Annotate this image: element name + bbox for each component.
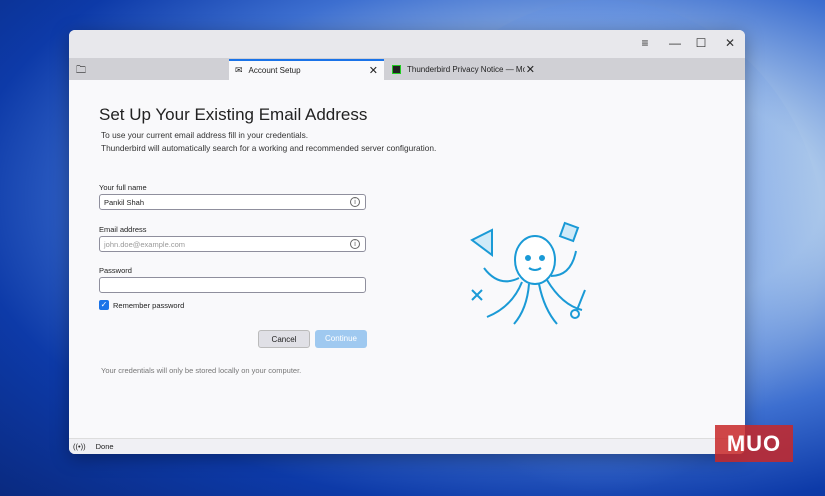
email-label: Email address — [99, 225, 147, 234]
title-bar: ≡ — ☐ ✕ — [69, 30, 745, 58]
minimize-button[interactable]: — — [665, 36, 685, 50]
status-bar: ((•)) Done — [69, 438, 745, 454]
password-input[interactable] — [99, 277, 366, 293]
menu-button[interactable]: ≡ — [635, 36, 655, 50]
name-label: Your full name — [99, 183, 147, 192]
muo-watermark-logo: MUO — [715, 425, 793, 462]
close-tab-icon[interactable]: ✕ — [526, 63, 535, 76]
info-icon[interactable]: i — [350, 197, 360, 207]
remember-password-checkbox[interactable]: ✓ — [99, 300, 109, 310]
close-tab-icon[interactable]: ✕ — [369, 64, 378, 77]
tab-bar: 🗀 ✉ Account Setup ✕ Thunderbird Privacy … — [69, 58, 745, 80]
info-icon[interactable]: i — [350, 239, 360, 249]
thunderbird-window: ≡ — ☐ ✕ 🗀 ✉ Account Setup ✕ Thunderbird … — [69, 30, 745, 454]
close-button[interactable]: ✕ — [720, 36, 740, 50]
tab-privacy-notice[interactable]: Thunderbird Privacy Notice — Mozi ✕ — [386, 59, 541, 80]
account-setup-page: Set Up Your Existing Email Address To us… — [69, 80, 745, 438]
tab-account-setup[interactable]: ✉ Account Setup ✕ — [229, 59, 384, 80]
mail-icon: ✉ — [235, 65, 243, 75]
maximize-button[interactable]: ☐ — [691, 36, 711, 50]
page-description: To use your current email address fill i… — [101, 130, 437, 153]
continue-button[interactable]: Continue — [315, 330, 367, 348]
email-input[interactable]: john.doe@example.com i — [99, 236, 366, 252]
folder-icon[interactable]: 🗀 — [76, 63, 86, 80]
tab-label: Account Setup — [248, 66, 301, 75]
remember-password-label: Remember password — [113, 301, 185, 310]
page-title: Set Up Your Existing Email Address — [99, 105, 368, 124]
password-label: Password — [99, 266, 132, 275]
tab-label: Thunderbird Privacy Notice — Mozi — [407, 65, 525, 74]
cancel-button[interactable]: Cancel — [258, 330, 310, 348]
status-text: Done — [95, 442, 114, 451]
credentials-note: Your credentials will only be stored loc… — [101, 366, 302, 375]
web-page-icon — [392, 65, 401, 74]
octopus-illustration — [470, 221, 586, 325]
full-name-input[interactable]: Pankil Shah i — [99, 194, 366, 210]
online-status-icon[interactable]: ((•)) — [73, 442, 86, 451]
